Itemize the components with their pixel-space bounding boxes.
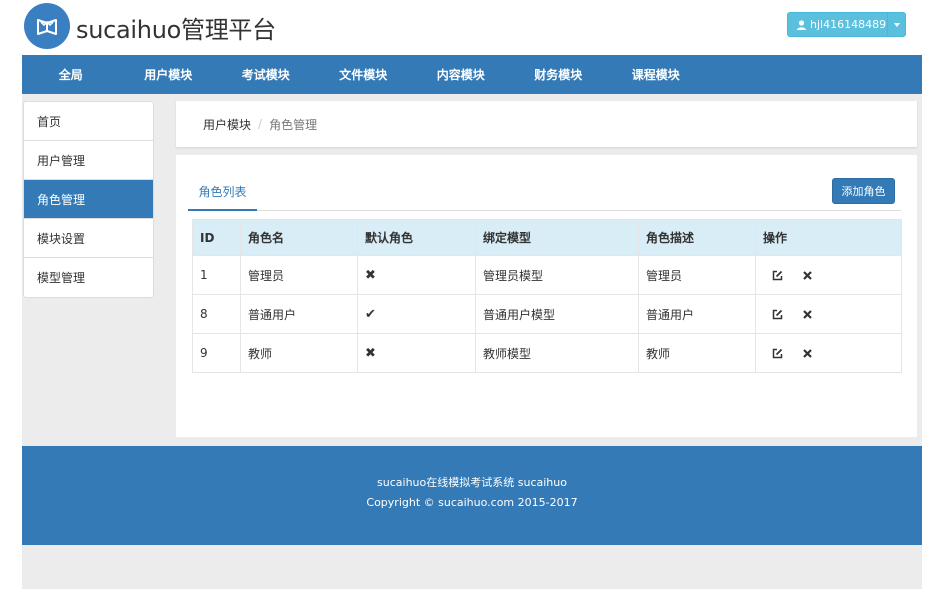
user-dropdown-button[interactable]: hjl416148489 bbox=[787, 12, 906, 37]
table-row: 8 普通用户 ✔ 普通用户模型 普通用户 bbox=[192, 294, 902, 334]
edit-icon[interactable] bbox=[772, 309, 783, 320]
footer: sucaihuo在线模拟考试系统 sucaihuo Copyright © su… bbox=[22, 446, 922, 545]
cell-actions bbox=[755, 255, 902, 295]
sidebar-item-role-management[interactable]: 角色管理 bbox=[24, 180, 153, 219]
cell-id: 1 bbox=[192, 255, 241, 295]
table-row: 1 管理员 ✖ 管理员模型 管理员 bbox=[192, 255, 902, 295]
col-header-role-name: 角色名 bbox=[240, 219, 358, 256]
cell-actions bbox=[755, 333, 902, 373]
breadcrumb-parent[interactable]: 用户模块 bbox=[203, 116, 251, 133]
sidebar-item-model-management[interactable]: 模型管理 bbox=[24, 258, 153, 297]
delete-icon[interactable] bbox=[803, 309, 812, 319]
cell-id: 8 bbox=[192, 294, 241, 334]
cell-bound-model: 教师模型 bbox=[475, 333, 639, 373]
cell-role-name: 教师 bbox=[240, 333, 358, 373]
cell-default-role: ✖ bbox=[357, 255, 476, 295]
user-icon bbox=[797, 19, 806, 30]
table-header-row: ID 角色名 默认角色 绑定模型 角色描述 操作 bbox=[192, 219, 902, 256]
book-icon bbox=[37, 19, 57, 35]
delete-icon[interactable] bbox=[803, 348, 812, 358]
header: sucaihuo管理平台 hjl416148489 bbox=[0, 0, 945, 55]
nav-item-file-module[interactable]: 文件模块 bbox=[315, 55, 413, 94]
top-nav: 全局 用户模块 考试模块 文件模块 内容模块 财务模块 课程模块 bbox=[22, 55, 922, 94]
breadcrumb-separator: / bbox=[258, 117, 263, 131]
nav-item-finance-module[interactable]: 财务模块 bbox=[510, 55, 608, 94]
footer-copyright: Copyright © sucaihuo.com 2015-2017 bbox=[366, 496, 578, 509]
brand-title: sucaihuo管理平台 bbox=[76, 16, 276, 44]
nav-item-global[interactable]: 全局 bbox=[22, 55, 120, 94]
col-header-role-desc: 角色描述 bbox=[638, 219, 756, 256]
table-row: 9 教师 ✖ 教师模型 教师 bbox=[192, 333, 902, 373]
breadcrumb-current: 角色管理 bbox=[269, 117, 318, 132]
roles-table: ID 角色名 默认角色 绑定模型 角色描述 操作 1 管理员 ✖ 管理员模型 管… bbox=[192, 219, 902, 373]
tab-bar: 角色列表 bbox=[188, 173, 901, 211]
cell-role-name: 普通用户 bbox=[240, 294, 358, 334]
nav-item-content-module[interactable]: 内容模块 bbox=[412, 55, 510, 94]
main-panel: 角色列表 添加角色 ID 角色名 默认角色 绑定模型 角色描述 操作 1 管理员… bbox=[176, 155, 917, 437]
breadcrumb: 用户模块 / 角色管理 bbox=[176, 101, 917, 147]
cell-role-desc: 教师 bbox=[638, 333, 756, 373]
logo[interactable] bbox=[24, 3, 70, 49]
dropdown-toggle[interactable] bbox=[887, 13, 905, 36]
col-header-actions: 操作 bbox=[755, 219, 902, 256]
nav-item-course-module[interactable]: 课程模块 bbox=[607, 55, 705, 94]
col-header-bound-model: 绑定模型 bbox=[475, 219, 639, 256]
cell-actions bbox=[755, 294, 902, 334]
user-name: hjl416148489 bbox=[810, 18, 887, 31]
cell-bound-model: 普通用户模型 bbox=[475, 294, 639, 334]
edit-icon[interactable] bbox=[772, 270, 783, 281]
delete-icon[interactable] bbox=[803, 270, 812, 280]
edit-icon[interactable] bbox=[772, 348, 783, 359]
sidebar-item-user-management[interactable]: 用户管理 bbox=[24, 141, 153, 180]
nav-item-user-module[interactable]: 用户模块 bbox=[120, 55, 218, 94]
cell-default-role: ✖ bbox=[357, 333, 476, 373]
footer-system-name: sucaihuo在线模拟考试系统 sucaihuo bbox=[377, 476, 567, 489]
add-role-button[interactable]: 添加角色 bbox=[832, 178, 895, 204]
nav-item-exam-module[interactable]: 考试模块 bbox=[217, 55, 315, 94]
cell-id: 9 bbox=[192, 333, 241, 373]
caret-down-icon bbox=[893, 22, 900, 27]
cell-default-role: ✔ bbox=[357, 294, 476, 334]
bottom-spacer bbox=[22, 545, 922, 589]
tab-role-list[interactable]: 角色列表 bbox=[188, 173, 257, 211]
cell-bound-model: 管理员模型 bbox=[475, 255, 639, 295]
cell-role-name: 管理员 bbox=[240, 255, 358, 295]
sidebar-item-module-settings[interactable]: 模块设置 bbox=[24, 219, 153, 258]
sidebar: 首页 用户管理 角色管理 模块设置 模型管理 bbox=[23, 101, 154, 298]
cell-role-desc: 管理员 bbox=[638, 255, 756, 295]
col-header-default-role: 默认角色 bbox=[357, 219, 476, 256]
cell-role-desc: 普通用户 bbox=[638, 294, 756, 334]
sidebar-item-home[interactable]: 首页 bbox=[24, 102, 153, 141]
col-header-id: ID bbox=[192, 219, 241, 256]
